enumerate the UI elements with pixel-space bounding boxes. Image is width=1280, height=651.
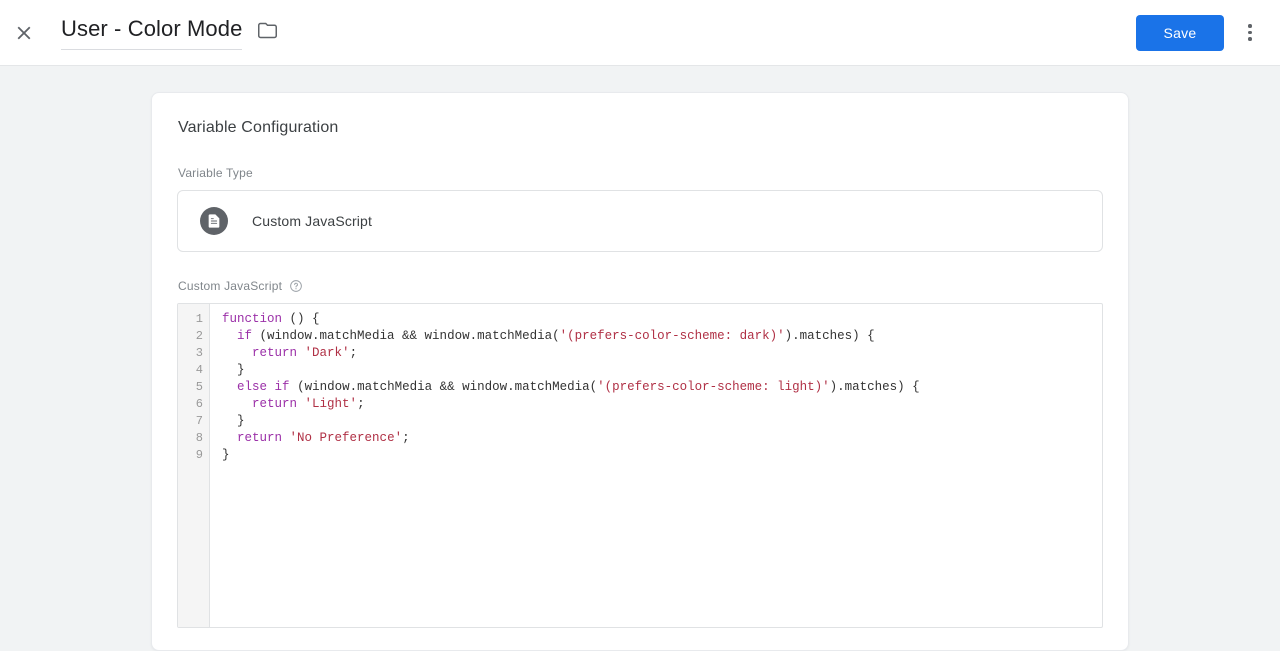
code-token: } xyxy=(222,414,245,428)
code-token: return xyxy=(237,431,283,445)
code-token: ).matches) { xyxy=(829,380,920,394)
editor-line-number: 1 xyxy=(195,312,203,326)
custom-javascript-editor[interactable]: 1 2 3 4 5 6 7 8 9 function () { if (window.match… xyxy=(177,303,1103,628)
card-title: Variable Configuration xyxy=(178,119,339,136)
page-title: User - Color Mode xyxy=(61,15,243,41)
code-token: '(prefers-color-scheme: light)' xyxy=(597,380,830,394)
variable-configuration-card: Variable Configuration Variable Type Cus… xyxy=(151,92,1129,651)
code-token: } xyxy=(222,363,245,377)
more-vert-icon-dot-2 xyxy=(1248,30,1252,35)
close-icon xyxy=(13,22,35,44)
custom-javascript-label-text: Custom JavaScript xyxy=(178,279,283,293)
variable-type-value: Custom JavaScript xyxy=(252,213,373,229)
code-token: ; xyxy=(357,397,365,411)
main-content: Variable Configuration Variable Type Cus… xyxy=(0,66,1280,651)
editor-code-area[interactable]: function () { if (window.matchMedia && w… xyxy=(210,304,1102,627)
custom-javascript-icon xyxy=(200,207,228,235)
code-token: ).matches) { xyxy=(784,329,875,343)
editor-line-numbers: 1 2 3 4 5 6 7 8 9 xyxy=(178,304,210,627)
code-token: if xyxy=(237,329,253,343)
variable-type-label-text: Variable Type xyxy=(178,166,253,180)
code-token: 'Light' xyxy=(304,397,358,411)
header-actions: Save xyxy=(1136,13,1280,53)
more-options-button[interactable] xyxy=(1230,13,1270,53)
variable-type-selector[interactable]: Custom JavaScript xyxy=(177,190,1103,252)
code-token: (window.matchMedia && window.matchMedia( xyxy=(252,329,560,343)
code-token: if xyxy=(274,380,290,394)
code-token: function xyxy=(222,312,283,326)
editor-line-number: 4 xyxy=(195,363,203,377)
title-area: User - Color Mode xyxy=(61,11,280,55)
help-outline-icon[interactable] xyxy=(289,279,303,293)
code-token: ; xyxy=(349,346,358,360)
code-token: (window.matchMedia && window.matchMedia( xyxy=(289,380,598,394)
variable-type-label: Variable Type xyxy=(178,165,1103,181)
code-token: '(prefers-color-scheme: dark)' xyxy=(559,329,785,343)
editor-line-number: 7 xyxy=(195,414,203,428)
editor-line-number: 2 xyxy=(195,329,203,343)
save-button[interactable]: Save xyxy=(1136,14,1224,51)
code-token: return xyxy=(252,346,298,360)
code-token: } xyxy=(222,448,230,462)
code-token: 'No Preference' xyxy=(289,431,403,445)
code-token: () { xyxy=(282,312,320,326)
editor-line-number: 3 xyxy=(195,346,203,360)
editor-line-number: 5 xyxy=(195,380,203,394)
variable-name-input[interactable]: User - Color Mode xyxy=(61,15,243,50)
editor-code-text: function () { if (window.matchMedia && w… xyxy=(222,311,1102,464)
app-header: User - Color Mode Save xyxy=(0,0,1280,66)
code-token: ; xyxy=(402,431,410,445)
close-button[interactable] xyxy=(4,13,44,53)
more-vert-icon-dot-1 xyxy=(1248,24,1252,28)
code-token: return xyxy=(252,397,298,411)
code-token: else xyxy=(237,380,268,394)
code-token: 'Dark' xyxy=(304,346,350,360)
custom-javascript-label: Custom JavaScript xyxy=(178,278,1103,294)
more-vert-icon-dot-3 xyxy=(1248,37,1252,41)
editor-line-number: 9 xyxy=(195,448,203,462)
editor-line-number: 6 xyxy=(195,397,203,411)
folder-icon xyxy=(257,20,278,46)
folder-button[interactable] xyxy=(254,20,280,46)
editor-line-number: 8 xyxy=(195,431,203,445)
